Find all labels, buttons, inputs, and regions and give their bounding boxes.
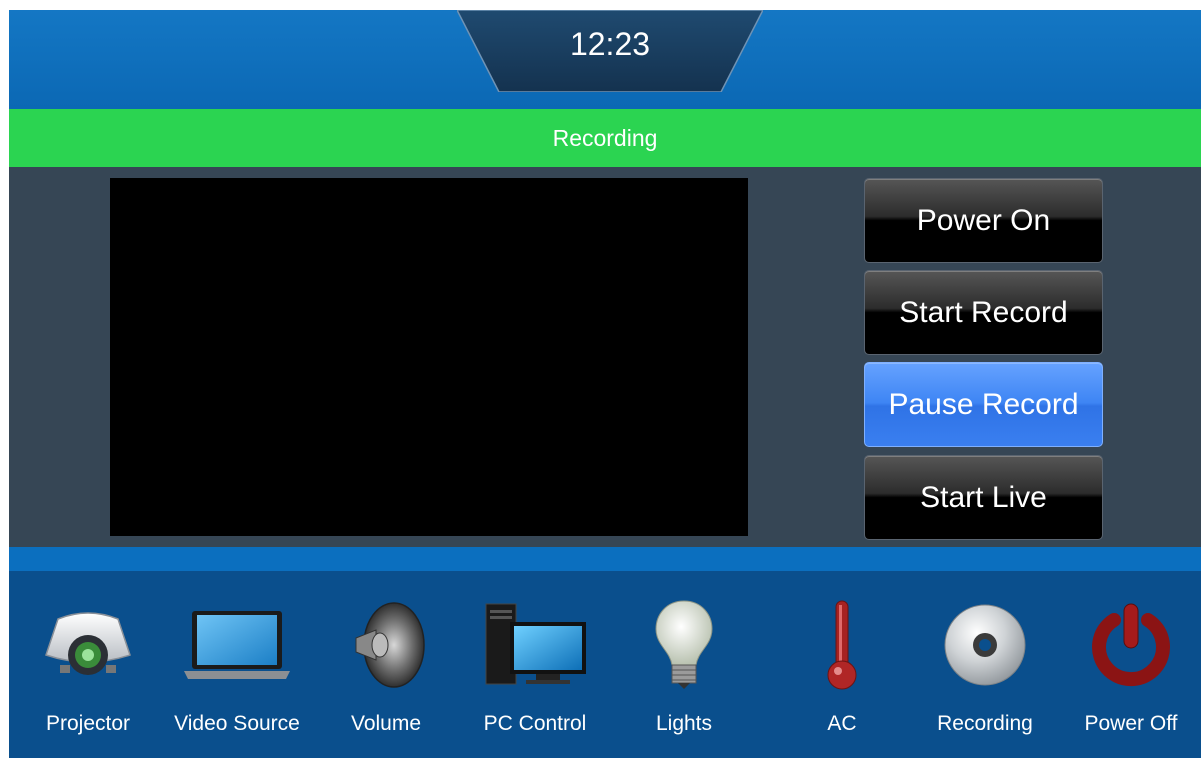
pc-icon: [485, 603, 586, 685]
disc-icon: [944, 604, 1026, 686]
pause-record-button[interactable]: Pause Record: [864, 362, 1103, 447]
nav-label-pc-control: PC Control: [483, 712, 587, 735]
power-on-button[interactable]: Power On: [864, 178, 1103, 263]
nav-item-volume[interactable]: Volume: [312, 571, 460, 758]
nav-item-pc-control[interactable]: PC Control: [461, 571, 609, 758]
nav-label-lights: Lights: [655, 712, 713, 735]
nav-label-ac: AC: [827, 712, 857, 735]
projector-icon: [45, 612, 131, 675]
nav-item-lights[interactable]: Lights: [610, 571, 758, 758]
nav-item-recording[interactable]: Recording: [911, 571, 1059, 758]
start-live-button[interactable]: Start Live: [864, 455, 1103, 540]
nav-item-power-off[interactable]: Power Off: [1057, 571, 1201, 758]
nav-item-video-source[interactable]: Video Source: [163, 571, 311, 758]
bottom-nav: Projector Video Source Volume PC Control…: [9, 571, 1201, 758]
top-header: 12:23: [9, 10, 1201, 109]
laptop-icon: [184, 611, 290, 679]
nav-label-power-off: Power Off: [1084, 712, 1178, 735]
nav-label-video-source: Video Source: [174, 712, 300, 735]
nav-label-volume: Volume: [350, 712, 422, 735]
lightbulb-icon: [655, 600, 713, 689]
thermometer-icon: [827, 600, 857, 690]
start-record-button[interactable]: Start Record: [864, 270, 1103, 355]
power-icon: [1092, 603, 1170, 687]
page-title: Recording: [552, 124, 658, 151]
separator-band: [9, 547, 1201, 571]
control-panel-screen: 12:23 Recording Power On Start Record Pa…: [9, 10, 1201, 758]
nav-item-projector[interactable]: Projector: [14, 571, 162, 758]
nav-label-recording: Recording: [937, 712, 1033, 735]
status-bar: Recording: [9, 109, 1201, 167]
nav-item-ac[interactable]: AC: [768, 571, 916, 758]
clock-time: 12:23: [569, 26, 651, 62]
speaker-icon: [355, 602, 425, 688]
main-panel: Power On Start Record Pause Record Start…: [9, 167, 1201, 547]
video-preview: [110, 178, 748, 536]
nav-label-projector: Projector: [45, 712, 131, 735]
